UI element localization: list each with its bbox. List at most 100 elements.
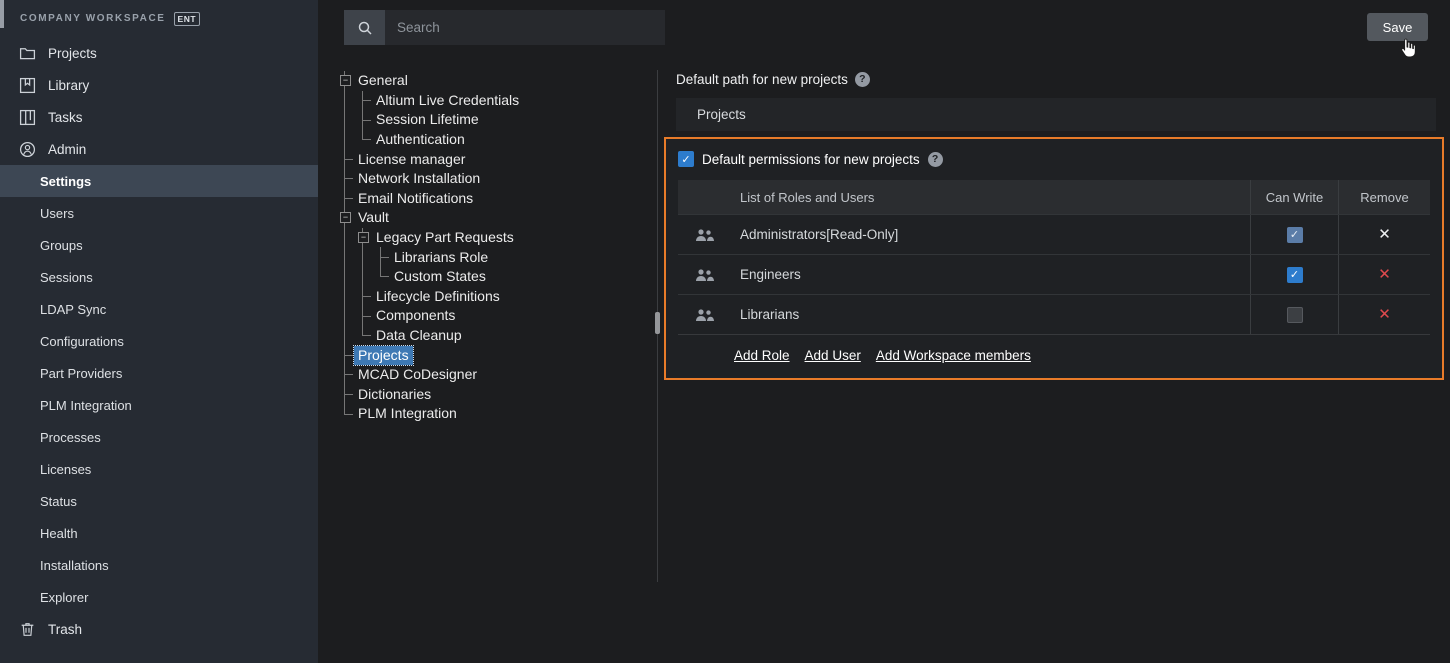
users-group-icon xyxy=(694,268,715,282)
can-write-checkbox[interactable]: ✓ xyxy=(1287,227,1303,243)
main-area: Save − General Altium Live Credentials S… xyxy=(318,0,1450,663)
tree-item-legacy-part-requests[interactable]: Legacy Part Requests xyxy=(372,228,518,247)
tree-item-vault[interactable]: Vault xyxy=(354,208,393,227)
sidebar-item-plm-integration[interactable]: PLM Integration xyxy=(0,389,318,421)
tree-item-librarians-role[interactable]: Librarians Role xyxy=(390,248,492,267)
table-row-librarians: Librarians ✕ xyxy=(678,294,1430,334)
users-group-icon xyxy=(694,228,715,242)
projects-settings-panel: Default path for new projects ? ✓ Defaul… xyxy=(664,70,1444,380)
help-icon[interactable]: ? xyxy=(928,152,943,167)
sidebar-item-label: Health xyxy=(40,526,78,541)
role-name: Librarians xyxy=(730,295,1250,334)
tree-item-authentication[interactable]: Authentication xyxy=(372,130,469,149)
tree-item-components[interactable]: Components xyxy=(372,306,459,325)
col-roles-users: List of Roles and Users xyxy=(730,180,1250,214)
remove-x-icon[interactable]: ✕ xyxy=(1378,307,1391,322)
tree-item-dictionaries[interactable]: Dictionaries xyxy=(354,385,435,404)
search-bar xyxy=(344,10,665,45)
sidebar-item-admin[interactable]: Admin xyxy=(0,133,318,165)
tree-item-projects[interactable]: Projects xyxy=(354,346,413,365)
users-group-icon xyxy=(694,308,715,322)
sidebar-item-status[interactable]: Status xyxy=(0,485,318,517)
sidebar-scrollbar[interactable] xyxy=(0,0,4,28)
can-write-checkbox[interactable] xyxy=(1287,307,1303,323)
can-write-checkbox[interactable]: ✓ xyxy=(1287,267,1303,283)
sidebar-item-label: Licenses xyxy=(40,462,91,477)
workspace-header: COMPANY WORKSPACE ENT xyxy=(0,0,318,37)
table-header: List of Roles and Users Can Write Remove xyxy=(678,180,1430,214)
default-path-input[interactable] xyxy=(676,98,1436,131)
permissions-table: List of Roles and Users Can Write Remove… xyxy=(678,180,1430,335)
sidebar-item-licenses[interactable]: Licenses xyxy=(0,453,318,485)
tree-item-altium-live-credentials[interactable]: Altium Live Credentials xyxy=(372,91,523,110)
tree-item-license-manager[interactable]: License manager xyxy=(354,150,469,169)
sidebar-item-label: Explorer xyxy=(40,590,88,605)
header-icon-cell xyxy=(678,180,730,214)
tree-item-session-lifetime[interactable]: Session Lifetime xyxy=(372,110,483,129)
sidebar-item-label: Projects xyxy=(48,46,97,61)
sidebar-item-trash[interactable]: Trash xyxy=(0,613,318,645)
sidebar-item-projects[interactable]: Projects xyxy=(0,37,318,69)
sidebar-item-label: Tasks xyxy=(48,110,83,125)
sidebar-item-label: Part Providers xyxy=(40,366,122,381)
sidebar-item-settings[interactable]: Settings xyxy=(0,165,318,197)
sidebar: COMPANY WORKSPACE ENT Projects Library T… xyxy=(0,0,318,663)
default-path-label: Default path for new projects xyxy=(676,72,848,87)
default-permissions-section: ✓ Default permissions for new projects ?… xyxy=(664,137,1444,380)
tree-item-mcad-codesigner[interactable]: MCAD CoDesigner xyxy=(354,365,481,384)
remove-x-icon[interactable]: ✕ xyxy=(1378,267,1391,282)
sidebar-item-label: PLM Integration xyxy=(40,398,132,413)
folder-icon xyxy=(19,45,36,62)
tree-item-custom-states[interactable]: Custom States xyxy=(390,267,490,286)
search-input[interactable] xyxy=(385,10,665,45)
add-role-link[interactable]: Add Role xyxy=(734,348,790,363)
col-remove: Remove xyxy=(1338,180,1430,214)
search-icon-box[interactable] xyxy=(344,10,385,45)
sidebar-item-label: Processes xyxy=(40,430,101,445)
collapse-icon[interactable]: − xyxy=(340,212,351,223)
tree-item-plm-integration-node[interactable]: PLM Integration xyxy=(354,404,461,423)
search-icon xyxy=(357,20,373,36)
tasks-icon xyxy=(19,109,36,126)
sidebar-item-label: Trash xyxy=(48,622,82,637)
table-row-engineers: Engineers ✓ ✕ xyxy=(678,254,1430,294)
settings-tree: − General Altium Live Credentials Sessio… xyxy=(344,71,649,424)
sidebar-item-library[interactable]: Library xyxy=(0,69,318,101)
sidebar-item-ldap-sync[interactable]: LDAP Sync xyxy=(0,293,318,325)
tree-item-email-notifications[interactable]: Email Notifications xyxy=(354,189,477,208)
default-permissions-checkbox[interactable]: ✓ xyxy=(678,151,694,167)
tree-item-lifecycle-definitions[interactable]: Lifecycle Definitions xyxy=(372,287,504,306)
tree-item-data-cleanup[interactable]: Data Cleanup xyxy=(372,326,466,345)
remove-x-icon[interactable]: ✕ xyxy=(1378,227,1391,242)
sidebar-item-tasks[interactable]: Tasks xyxy=(0,101,318,133)
sidebar-item-label: Status xyxy=(40,494,77,509)
sidebar-item-users[interactable]: Users xyxy=(0,197,318,229)
sidebar-item-label: Settings xyxy=(40,174,91,189)
sidebar-item-processes[interactable]: Processes xyxy=(0,421,318,453)
collapse-icon[interactable]: − xyxy=(340,75,351,86)
collapse-icon[interactable]: − xyxy=(358,232,369,243)
sidebar-item-label: Library xyxy=(48,78,89,93)
role-name: Administrators[Read-Only] xyxy=(730,215,1250,254)
scrollbar-thumb[interactable] xyxy=(655,312,660,334)
help-icon[interactable]: ? xyxy=(855,72,870,87)
sidebar-item-groups[interactable]: Groups xyxy=(0,229,318,261)
sidebar-item-part-providers[interactable]: Part Providers xyxy=(0,357,318,389)
library-icon xyxy=(19,77,36,94)
save-button[interactable]: Save xyxy=(1367,13,1428,41)
add-user-link[interactable]: Add User xyxy=(805,348,861,363)
sidebar-item-installations[interactable]: Installations xyxy=(0,549,318,581)
table-action-links: Add Role Add User Add Workspace members xyxy=(734,348,1430,363)
sidebar-item-explorer[interactable]: Explorer xyxy=(0,581,318,613)
sidebar-item-sessions[interactable]: Sessions xyxy=(0,261,318,293)
sidebar-item-health[interactable]: Health xyxy=(0,517,318,549)
tree-item-general[interactable]: General xyxy=(354,71,412,90)
sidebar-item-label: Configurations xyxy=(40,334,124,349)
sidebar-item-label: LDAP Sync xyxy=(40,302,106,317)
enterprise-badge: ENT xyxy=(174,12,201,26)
add-workspace-members-link[interactable]: Add Workspace members xyxy=(876,348,1031,363)
tree-item-network-installation[interactable]: Network Installation xyxy=(354,169,484,188)
sidebar-item-label: Users xyxy=(40,206,74,221)
sidebar-item-label: Installations xyxy=(40,558,109,573)
sidebar-item-configurations[interactable]: Configurations xyxy=(0,325,318,357)
